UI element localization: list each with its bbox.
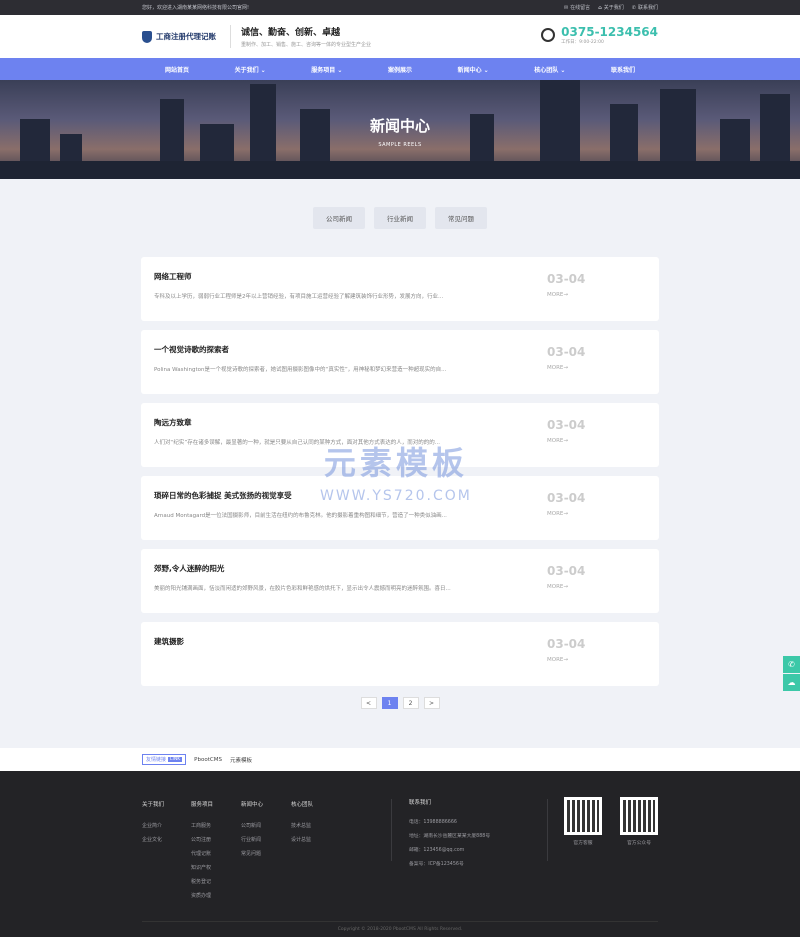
nav-services[interactable]: 服务项目 ⌄ (311, 65, 342, 74)
slogan: 诚信、勤奋、创新、卓越 重制作、加工、销售、施工、咨询等一体的专业型生产企业 (230, 25, 371, 48)
top-links: ✉ 在线留言 ⌂ 关于我们 ✆ 联系我们 (563, 4, 658, 12)
news-date: 03-04 (547, 345, 586, 359)
tab-industry-news[interactable]: 行业新闻 (374, 207, 426, 229)
footer-link[interactable]: 代理记账 (191, 850, 213, 857)
footer: 关于我们 企业简介 企业文化 服务项目 工商服务 公司注册 代理记账 知识产权 … (0, 771, 800, 937)
news-date: 03-04 (547, 564, 586, 578)
footer-divider (391, 799, 392, 861)
news-desc: 美丽的阳光铺满画面，恬淡而闲适的郊野风景，在胶片色彩和鲜艳感的烘托下，显示出令人… (154, 586, 451, 592)
phone-icon: ✆ (631, 4, 636, 11)
news-item[interactable]: 网络工程师 专科及以上学历，弱弱行业工程师是2年以上营销经验，有项目施工运营经验… (141, 257, 659, 321)
news-date: 03-04 (547, 491, 586, 505)
footer-link[interactable]: 公司新闻 (241, 822, 263, 829)
nav-contact[interactable]: 联系我们 (611, 65, 635, 74)
phone-icon: ✆ (788, 660, 795, 669)
more-link[interactable]: MORE→ (547, 292, 568, 298)
more-link[interactable]: MORE→ (547, 365, 568, 371)
news-date: 03-04 (547, 637, 586, 651)
nav-news[interactable]: 新闻中心 ⌄ (458, 65, 489, 74)
copyright: Copyright © 2018-2020 PbootCMS All Right… (142, 921, 658, 932)
pagination: < 1 2 > (0, 697, 800, 709)
slogan-title: 诚信、勤奋、创新、卓越 (241, 28, 341, 38)
news-desc: 专科及以上学历，弱弱行业工程师是2年以上营销经验，有项目施工运营经验了解建筑装饰… (154, 294, 444, 300)
top-link-contact[interactable]: ✆ 联系我们 (631, 4, 658, 12)
nav-team[interactable]: 核心团队 ⌄ (534, 65, 565, 74)
slogan-subtitle: 重制作、加工、销售、施工、咨询等一体的专业型生产企业 (241, 42, 372, 48)
page-banner: 新闻中心 SAMPLE REELS (0, 80, 800, 179)
welcome-text: 您好，欢迎进入湖南某某网络科技有限公司官网! (142, 5, 250, 11)
friend-links: 友情链接 LINK PbootCMS 元素模板 (0, 748, 800, 771)
phone-call-icon (541, 28, 556, 42)
news-desc: Arnaud Montagard是一位法国摄影师，目前生活在纽约的布鲁克林。他的… (154, 513, 447, 519)
news-date: 03-04 (547, 272, 586, 286)
news-item[interactable]: 郊野,令人迷醉的阳光 美丽的阳光铺满画面，恬淡而闲适的郊野风景，在胶片色彩和鲜艳… (141, 549, 659, 613)
footer-link[interactable]: 公司注册 (191, 836, 213, 843)
top-link-message[interactable]: ✉ 在线留言 (563, 4, 590, 12)
shield-icon (142, 30, 152, 43)
float-phone-button[interactable]: ✆ (783, 656, 800, 673)
news-date: 03-04 (547, 418, 586, 432)
footer-col-news: 新闻中心 公司新闻 行业新闻 常见问题 (241, 802, 264, 857)
footer-link[interactable]: 资质办理 (191, 892, 213, 899)
qr-service: 官方客服 (564, 797, 602, 846)
float-wechat-button[interactable]: ☁ (783, 674, 800, 691)
logo[interactable]: 工商注册代理记账 (142, 30, 216, 43)
top-link-about[interactable]: ⌂ 关于我们 (598, 4, 624, 12)
main-nav: 网站首页 关于我们 ⌄ 服务项目 ⌄ 案例展示 新闻中心 ⌄ 核心团队 ⌄ 联系… (0, 58, 800, 80)
more-link[interactable]: MORE→ (547, 657, 568, 663)
page-2-button[interactable]: 2 (402, 697, 419, 709)
work-hours: 工作日：9:00-22:00 (561, 40, 604, 45)
nav-about[interactable]: 关于我们 ⌄ (235, 65, 266, 74)
footer-link[interactable]: 企业文化 (142, 836, 164, 843)
next-page-button[interactable]: > (423, 697, 440, 709)
more-link[interactable]: MORE→ (547, 511, 568, 517)
watermark: 元素模板 WWW.YS720.COM (320, 444, 472, 504)
footer-link[interactable]: 工商服务 (191, 822, 213, 829)
footer-link[interactable]: 行业新闻 (241, 836, 263, 843)
footer-col-about: 关于我们 企业简介 企业文化 (142, 802, 165, 843)
footer-link[interactable]: 常见问题 (241, 850, 263, 857)
more-link[interactable]: MORE→ (547, 438, 568, 444)
tab-company-news[interactable]: 公司新闻 (313, 207, 365, 229)
footer-link[interactable]: 企业简介 (142, 822, 164, 829)
news-item[interactable]: 建筑摄影 03-04 MORE→ (141, 622, 659, 686)
tab-faq[interactable]: 常见问题 (435, 207, 487, 229)
hotline: 0375-1234564 工作日：9:00-22:00 (541, 25, 658, 45)
news-item[interactable]: 一个视觉诗歌的探索者 Polina Washington是一个视觉诗歌的探索者，… (141, 330, 659, 394)
friend-link[interactable]: PbootCMS (194, 757, 222, 763)
prev-page-button[interactable]: < (360, 697, 377, 709)
message-icon: ✉ (563, 4, 569, 11)
logo-text: 工商注册代理记账 (156, 32, 216, 41)
banner-subtitle: SAMPLE REELS (378, 142, 422, 148)
footer-link[interactable]: 技术总监 (291, 822, 313, 829)
news-category-tabs: 公司新闻 行业新闻 常见问题 (0, 207, 800, 229)
footer-divider (547, 799, 548, 861)
qr-official-account: 官方公众号 (620, 797, 658, 846)
page-1-button[interactable]: 1 (381, 697, 398, 709)
footer-link[interactable]: 税务登记 (191, 878, 213, 885)
wechat-icon: ☁ (787, 678, 796, 687)
phone-number: 0375-1234564 (561, 25, 658, 39)
header: 工商注册代理记账 诚信、勤奋、创新、卓越 重制作、加工、销售、施工、咨询等一体的… (0, 15, 800, 58)
friend-links-label: 友情链接 LINK (142, 754, 187, 765)
footer-link[interactable]: 知识产权 (191, 864, 213, 871)
banner-title: 新闻中心 (369, 117, 430, 135)
footer-col-team: 核心团队 技术总监 设计总监 (291, 802, 314, 843)
footer-contact: 联系我们 电话：13988886666 地址：湖南长沙岳麓区某某大厦888号 邮… (409, 800, 491, 867)
home-icon: ⌂ (598, 4, 602, 11)
nav-home[interactable]: 网站首页 (165, 65, 189, 74)
top-bar: 您好，欢迎进入湖南某某网络科技有限公司官网! ✉ 在线留言 ⌂ 关于我们 ✆ 联系我们 (0, 0, 800, 15)
footer-col-services: 服务项目 工商服务 公司注册 代理记账 知识产权 税务登记 资质办理 (191, 802, 214, 899)
friend-link[interactable]: 元素模板 (230, 756, 252, 764)
footer-link[interactable]: 设计总监 (291, 836, 313, 843)
more-link[interactable]: MORE→ (547, 584, 568, 590)
nav-cases[interactable]: 案例展示 (388, 65, 412, 74)
news-desc: Polina Washington是一个视觉诗歌的探索者，她试图用摄影图像中的“… (154, 367, 447, 373)
